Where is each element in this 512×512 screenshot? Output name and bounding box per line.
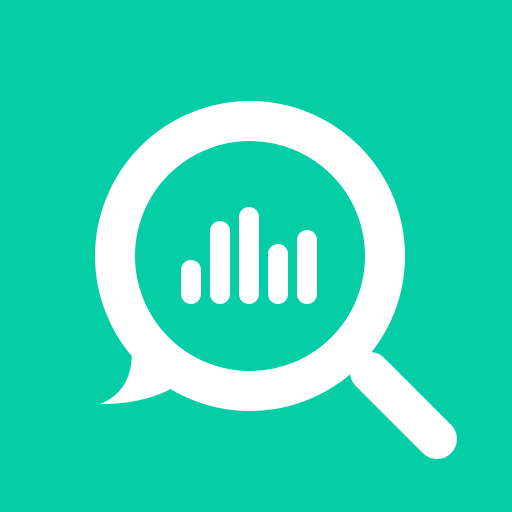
bar-2 <box>210 221 230 304</box>
app-icon <box>0 0 512 512</box>
bar-1 <box>181 260 201 304</box>
bar-3 <box>239 207 259 304</box>
bar-5 <box>297 230 317 304</box>
bar-4 <box>268 244 288 304</box>
